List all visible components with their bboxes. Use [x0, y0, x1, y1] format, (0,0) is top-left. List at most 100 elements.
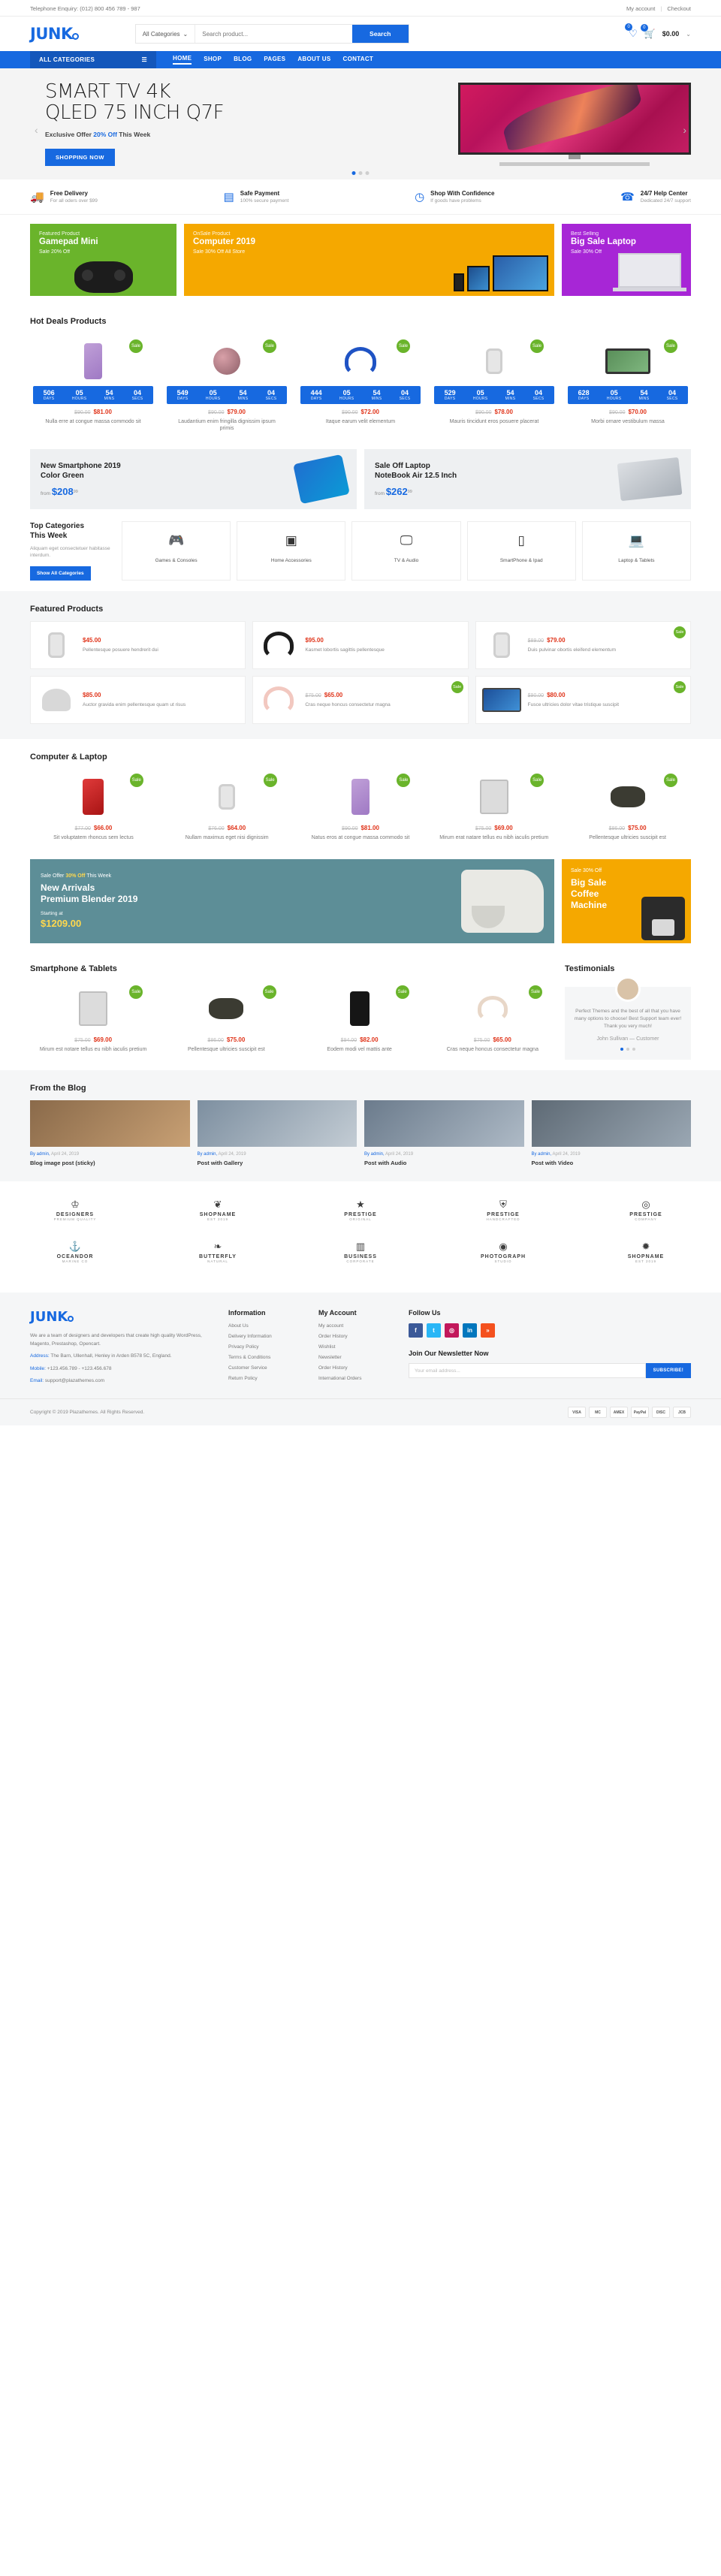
- category-card[interactable]: 🖵 TV & Audio: [351, 520, 461, 581]
- deal-card[interactable]: Sale 628 DAYS 05 HOURS 54 MINS 04 SECS $90.0…: [565, 333, 691, 439]
- brand-logo[interactable]: ⚓ OCEANDOR MARINE CO: [30, 1237, 120, 1267]
- deal-card[interactable]: Sale 549 DAYS 05 HOURS 54 MINS 04 SECS $90.0…: [164, 333, 290, 439]
- product-name[interactable]: Mirum est notare tellus eu nibh iaculis …: [33, 1046, 153, 1053]
- product-name[interactable]: Kasmet lobortis sagittis pellentesque: [305, 647, 461, 653]
- mid-banner[interactable]: New Smartphone 2019 Color Green from $20…: [30, 448, 357, 509]
- deal-card[interactable]: Sale 529 DAYS 05 HOURS 54 MINS 04 SECS $90.0…: [431, 333, 557, 439]
- my-account-link[interactable]: My account: [626, 5, 655, 12]
- brand-logo[interactable]: ✹ SHOPNAME EST 2019: [601, 1237, 691, 1267]
- product-name[interactable]: Itaque earum velit elementum: [300, 418, 421, 425]
- rss-icon[interactable]: »: [481, 1323, 495, 1338]
- footer-link[interactable]: About Us: [228, 1323, 300, 1329]
- product-name[interactable]: Mirum erat natare tellus eu nibh iaculis…: [433, 834, 554, 841]
- product-name[interactable]: Duis pulvinar obortis eleifend elementum: [528, 647, 684, 653]
- facebook-icon[interactable]: f: [409, 1323, 423, 1338]
- blog-card[interactable]: By admin, April 24, 2019 Post with Video: [531, 1100, 692, 1166]
- blog-card[interactable]: By admin, April 24, 2019 Post with Audio: [364, 1100, 524, 1166]
- brand-logo[interactable]: ♔ DESIGNERS PREMIUM QUALITY: [30, 1195, 120, 1225]
- linkedin-icon[interactable]: in: [463, 1323, 477, 1338]
- promo-banner-computer[interactable]: OnSale Product Computer 2019 Sale 30% Of…: [184, 224, 554, 296]
- product-card[interactable]: Sale $77.00 $66.00 Sit voluptatem rhoncus…: [30, 769, 157, 846]
- category-card[interactable]: ▯ SmartPhone & Ipad: [466, 520, 576, 581]
- footer-link[interactable]: Order History: [318, 1365, 391, 1371]
- footer-link[interactable]: International Orders: [318, 1376, 391, 1381]
- product-name[interactable]: Nullam maximus eget nisi dignissim: [167, 834, 288, 841]
- hero-next-arrow-icon[interactable]: ›: [683, 124, 686, 136]
- brand-logo[interactable]: ◉ PHOTOGRAPH STUDIO: [458, 1237, 548, 1267]
- checkout-link[interactable]: Checkout: [667, 5, 691, 12]
- product-card[interactable]: Sale $90.00 $81.00 Natus eros at congue m…: [297, 769, 424, 846]
- site-logo[interactable]: JUNK: [30, 25, 79, 43]
- cart-chevron-down-icon[interactable]: ⌄: [686, 31, 691, 38]
- brand-logo[interactable]: ◎ PRESTIGE COMPANY: [601, 1195, 691, 1225]
- search-input[interactable]: [195, 25, 352, 43]
- product-name[interactable]: Cras neque honcus consectetur magna: [305, 701, 461, 708]
- footer-link[interactable]: Delivery Information: [228, 1334, 300, 1339]
- coffee-banner[interactable]: Sale 30% Off Big Sale Coffee Machine: [562, 859, 691, 944]
- footer-link[interactable]: Order History: [318, 1334, 391, 1339]
- product-name[interactable]: Morbi ornare vestibulum massa: [568, 418, 688, 425]
- hero-shopping-now-button[interactable]: SHOPPING NOW: [45, 148, 115, 166]
- promo-banner-gamepad[interactable]: Featured Product Gamepad Mini Sale 20% O…: [30, 224, 176, 296]
- nav-link-pages[interactable]: PAGES: [264, 56, 285, 64]
- category-card[interactable]: ▣ Home Accessories: [237, 520, 346, 581]
- show-all-categories-button[interactable]: Show All Categories: [30, 566, 91, 581]
- product-name[interactable]: Mauris tincidunt eros posuere placerat: [434, 418, 554, 425]
- nav-link-about-us[interactable]: ABOUT US: [297, 56, 330, 64]
- product-card[interactable]: Sale $75.00 $65.00 Cras neque honcus cons…: [430, 981, 556, 1057]
- product-card[interactable]: Sale $75.00 $69.00 Mirum erat natare tell…: [430, 769, 557, 846]
- blender-banner[interactable]: Sale Offer 30% Off This Week New Arrival…: [30, 859, 554, 944]
- search-button[interactable]: Search: [351, 25, 409, 43]
- featured-product-card[interactable]: $45.00 Pellentesque posuere hendrerit du…: [30, 620, 246, 669]
- product-name[interactable]: Eodem modi vel mattis ante: [300, 1046, 420, 1053]
- product-card[interactable]: Sale $86.00 $75.00 Pellentesque ultricies…: [564, 769, 691, 846]
- nav-link-contact[interactable]: CONTACT: [343, 56, 374, 64]
- product-card[interactable]: Sale $94.00 $82.00 Eodem modi vel mattis …: [297, 981, 423, 1057]
- brand-logo[interactable]: ❧ BUTTERFLY NATURAL: [173, 1237, 263, 1267]
- product-name[interactable]: Fusce ultricies dolor vitae tristique su…: [528, 701, 684, 708]
- footer-link[interactable]: Privacy Policy: [228, 1344, 300, 1350]
- blog-post-title[interactable]: Post with Gallery: [198, 1160, 357, 1166]
- blog-card[interactable]: By admin, April 24, 2019 Post with Galle…: [197, 1100, 357, 1166]
- brand-logo[interactable]: ⛨ PRESTIGE HANDCRAFTED: [458, 1195, 548, 1225]
- product-name[interactable]: Sit voluptatem rhoncus sem lectus: [33, 834, 154, 841]
- category-card[interactable]: 💻 Laptop & Tablets: [581, 520, 692, 581]
- product-name[interactable]: Cras neque honcus consectetur magna: [433, 1046, 553, 1053]
- deal-card[interactable]: Sale 506 DAYS 05 HOURS 54 MINS 04 SECS $90.0…: [30, 333, 156, 439]
- product-name[interactable]: Natus eros at congue massa commodo sit: [300, 834, 421, 841]
- product-name[interactable]: Pellentesque ultricies suscipit est: [166, 1046, 286, 1053]
- brand-logo[interactable]: ★ PRESTIGE ORIGINAL: [315, 1195, 406, 1225]
- blog-post-title[interactable]: Post with Video: [532, 1160, 692, 1166]
- newsletter-subscribe-button[interactable]: SUBSCRIBE!: [645, 1363, 691, 1379]
- product-card[interactable]: Sale $76.00 $64.00 Nullam maximus eget ni…: [164, 769, 291, 846]
- mid-banner[interactable]: Sale Off Laptop NoteBook Air 12.5 Inch f…: [364, 448, 691, 509]
- footer-link[interactable]: My account: [318, 1323, 391, 1329]
- footer-link[interactable]: Customer Service: [228, 1365, 300, 1371]
- hero-pagination-dots[interactable]: [351, 171, 370, 175]
- blog-card[interactable]: By admin, April 24, 2019 Blog image post…: [30, 1100, 190, 1166]
- product-name[interactable]: Nulla erre at congue massa commodo sit: [33, 418, 153, 425]
- wishlist-button[interactable]: 0 ♡: [625, 23, 638, 40]
- testimonial-dots[interactable]: [574, 1048, 682, 1051]
- featured-product-card[interactable]: $75.00 $65.00 Cras neque honcus consectet…: [252, 675, 469, 724]
- product-name[interactable]: Laudantium enim fringilla dignissim ipsu…: [167, 418, 287, 433]
- brand-logo[interactable]: ❦ SHOPNAME EST 2019: [173, 1195, 263, 1225]
- hero-prev-arrow-icon[interactable]: ‹: [35, 124, 38, 136]
- category-card[interactable]: 🎮 Games & Consoles: [122, 520, 231, 581]
- featured-product-card[interactable]: $90.00 $80.00 Fusce ultricies dolor vitae…: [475, 675, 691, 724]
- instagram-icon[interactable]: ◎: [445, 1323, 459, 1338]
- featured-product-card[interactable]: $85.00 Auctor gravida enim pellentesque …: [30, 675, 246, 724]
- all-categories-button[interactable]: ALL CATEGORIES ☰: [30, 51, 156, 68]
- product-name[interactable]: Pellentesque posuere hendrerit dui: [83, 647, 239, 653]
- email-value[interactable]: support@plazathemes.com: [45, 1378, 104, 1383]
- nav-link-blog[interactable]: BLOG: [234, 56, 252, 64]
- footer-link[interactable]: Terms & Conditions: [228, 1355, 300, 1360]
- promo-banner-laptop[interactable]: Best Selling Big Sale Laptop Sale 30% Of…: [562, 224, 691, 296]
- product-card[interactable]: Sale $86.00 $75.00 Pellentesque ultricies…: [163, 981, 289, 1057]
- featured-product-card[interactable]: $89.00 $79.00 Duis pulvinar obortis eleif…: [475, 620, 691, 669]
- category-select[interactable]: All Categories ⌄: [136, 25, 196, 43]
- twitter-icon[interactable]: t: [427, 1323, 441, 1338]
- product-name[interactable]: Auctor gravida enim pellentesque quam ut…: [83, 701, 239, 708]
- footer-link[interactable]: Wishlist: [318, 1344, 391, 1350]
- footer-link[interactable]: Return Policy: [228, 1376, 300, 1381]
